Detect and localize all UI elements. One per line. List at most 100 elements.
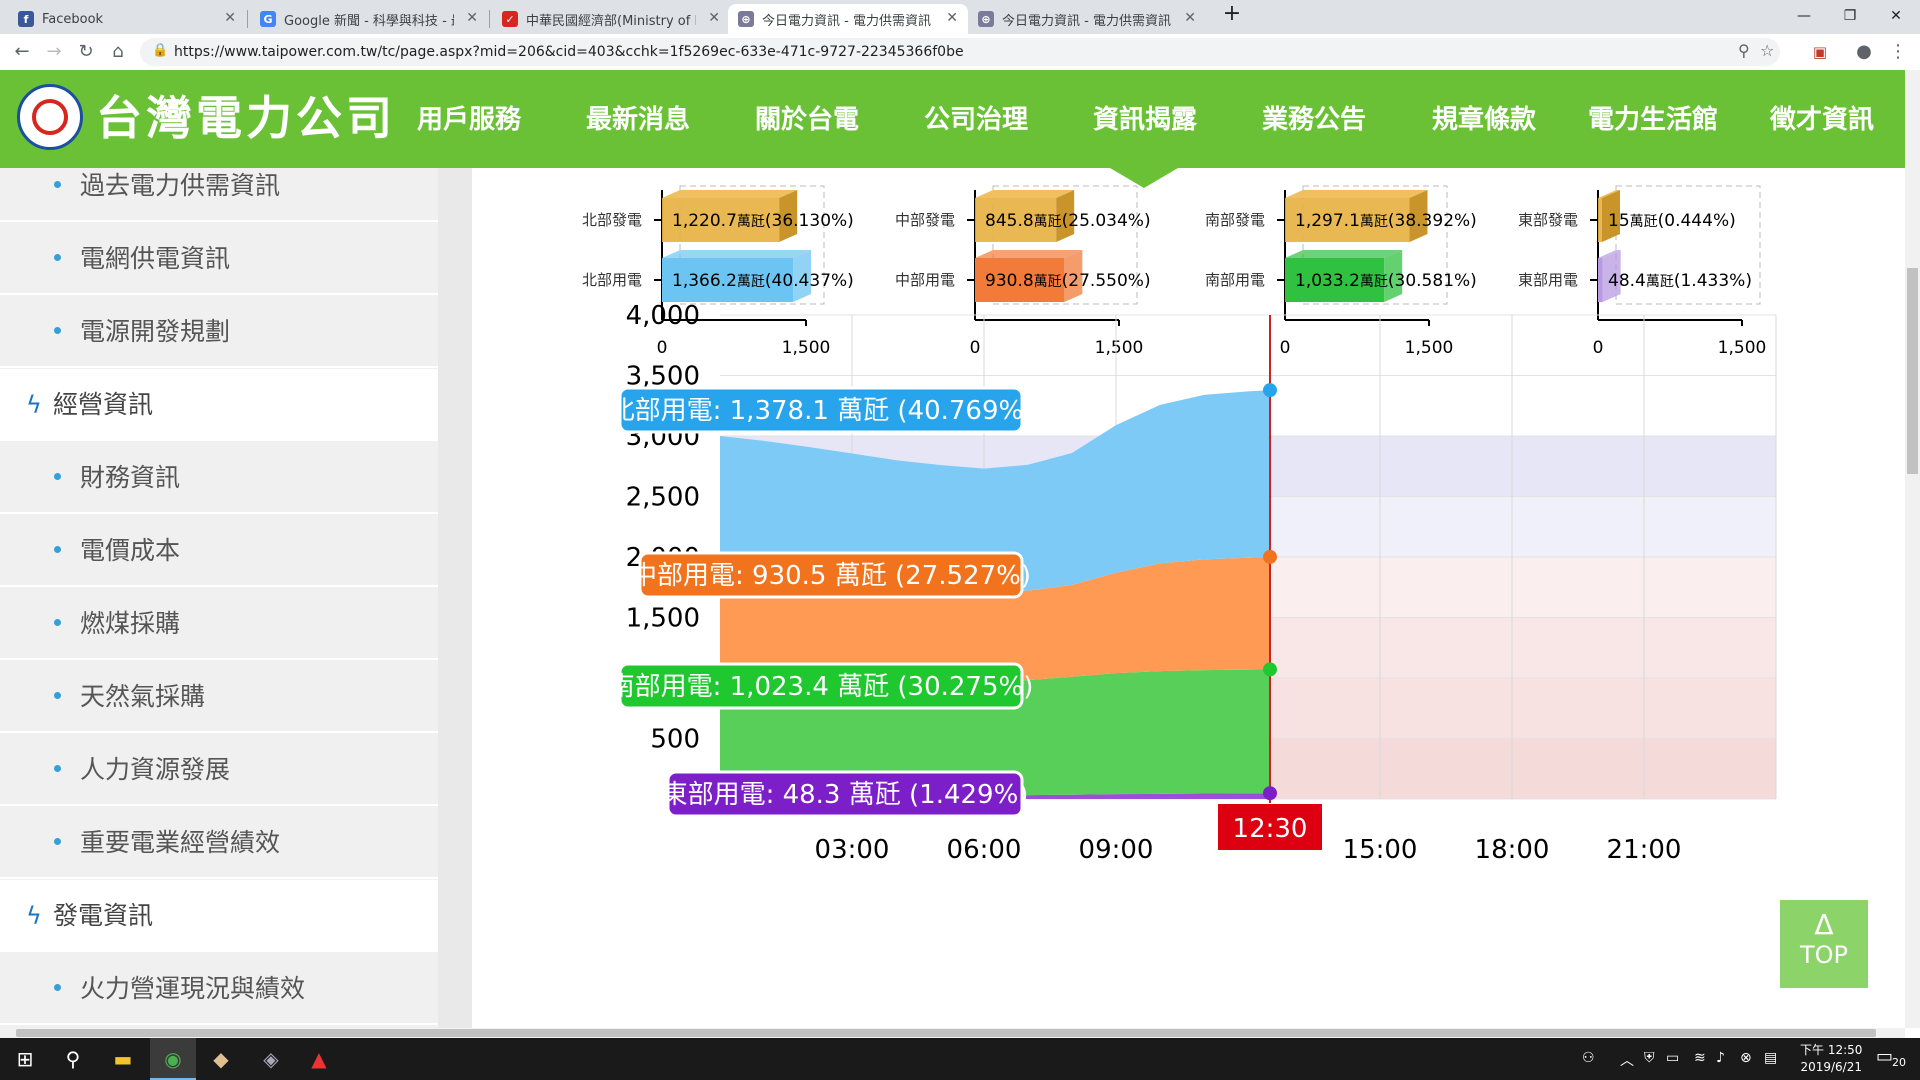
bar-row-label: 中部發電	[895, 211, 955, 229]
page-vertical-scrollbar[interactable]	[1905, 70, 1920, 1028]
sidebar-item[interactable]: 電網供電資訊	[0, 223, 438, 295]
app-icon[interactable]: ◈	[256, 1044, 286, 1074]
tab-title: 今日電力資訊 - 電力供需資訊 - 3	[1002, 13, 1172, 29]
show-hidden-icons-icon[interactable]: ︿	[1620, 1050, 1634, 1070]
scrollbar-thumb[interactable]	[16, 1029, 1876, 1037]
y-tick-label: 500	[650, 725, 700, 755]
clock-date: 2019/6/21	[1800, 1060, 1862, 1074]
nav-menu-item[interactable]: 規章條款	[1432, 100, 1536, 140]
input-method-icon[interactable]: ▤	[1764, 1050, 1777, 1066]
sidebar-item[interactable]: 電價成本	[0, 515, 438, 587]
browser-menu-icon[interactable]: ⋮	[1886, 40, 1910, 64]
bar-value-number: 1,033.2	[1295, 271, 1360, 291]
tooltip-text: 南部用電: 1,023.4 萬瓩 (30.275%)	[609, 672, 1034, 702]
sidebar-item[interactable]: 天然氣採購	[0, 661, 438, 733]
sidebar-item[interactable]: 電源開發規劃	[0, 296, 438, 368]
wifi-icon[interactable]: ≋	[1694, 1050, 1706, 1066]
sidebar-item[interactable]: 人力資源發展	[0, 734, 438, 806]
close-tab-icon[interactable]: ✕	[708, 10, 720, 26]
back-arrow-icon[interactable]: ←	[10, 40, 34, 64]
app-icon[interactable]: ◆	[206, 1044, 236, 1074]
nav-menu-item[interactable]: 電力生活館	[1588, 100, 1718, 140]
bar-row-label: 北部發電	[582, 211, 642, 229]
bar-value-unit: 萬瓩	[1034, 214, 1062, 230]
zoom-icon[interactable]: ⚲	[1738, 41, 1750, 60]
bar-value-label: 48.4萬瓩(1.433%)	[1608, 271, 1752, 291]
people-icon[interactable]: ⚇	[1582, 1050, 1595, 1066]
nav-menu-item[interactable]: 業務公告	[1262, 100, 1366, 140]
sidebar-category[interactable]: ϟ 經營資訊	[0, 369, 438, 441]
forecast-band	[1270, 617, 1776, 678]
nav-menu-item[interactable]: 最新消息	[586, 100, 690, 140]
taipower-favicon-icon: ⊕	[738, 11, 754, 27]
bar-value-pct: (25.034%)	[1062, 211, 1151, 231]
x-tick-label: 18:00	[1475, 835, 1550, 865]
extension-icon[interactable]: ▣	[1808, 40, 1832, 64]
bar-value-unit: 萬瓩	[737, 214, 765, 230]
scrollbar-thumb[interactable]	[1907, 268, 1918, 474]
back-to-top-button[interactable]: Δ TOP	[1780, 900, 1868, 988]
minimize-icon[interactable]: —	[1784, 4, 1824, 28]
bar-row-label: 北部用電	[582, 271, 642, 289]
close-tab-icon[interactable]: ✕	[1184, 10, 1196, 26]
browser-tab[interactable]: f Facebook ✕	[8, 4, 246, 34]
bullet-icon	[54, 546, 61, 553]
taipower-logo-icon[interactable]	[17, 84, 83, 150]
profile-avatar-icon[interactable]: ●	[1852, 40, 1876, 64]
browser-tab[interactable]: ✓ 中華民國經濟部(Ministry of Econ ✕	[492, 4, 730, 34]
windows-start-icon[interactable]: ⊞	[10, 1044, 40, 1074]
nav-menu-item[interactable]: 用戶服務	[417, 100, 521, 140]
chrome-icon[interactable]: ◉	[158, 1044, 188, 1074]
search-icon[interactable]: ⚲	[58, 1044, 88, 1074]
browser-tab[interactable]: ⊕ 今日電力資訊 - 電力供需資訊 - 3 ✕	[968, 4, 1206, 34]
browser-tab[interactable]: G Google 新聞 - 科學與科技 - 最新 ✕	[250, 4, 488, 34]
nav-menu-item[interactable]: 關於台電	[755, 100, 859, 140]
top-button-label: TOP	[1799, 941, 1849, 969]
browser-tab-active[interactable]: ⊕ 今日電力資訊 - 電力供需資訊 - 3 ✕	[728, 4, 968, 34]
bar-value-number: 1,297.1	[1295, 211, 1360, 231]
lightning-icon: ϟ	[26, 391, 42, 419]
forward-arrow-icon[interactable]: →	[42, 40, 66, 64]
reload-icon[interactable]: ↻	[74, 40, 98, 64]
notification-center-icon[interactable]: ▭	[1876, 1046, 1893, 1067]
security-icon[interactable]: ⛨	[1644, 1050, 1655, 1066]
restore-icon[interactable]: ❐	[1830, 4, 1870, 28]
sidebar-item[interactable]: 過去電力供需資訊	[0, 168, 438, 222]
address-bar[interactable]: 🔒 https://www.taipower.com.tw/tc/page.as…	[140, 38, 1780, 66]
browser-toolbar: ← → ↻ ⌂ 🔒 https://www.taipower.com.tw/tc…	[0, 34, 1920, 71]
close-tab-icon[interactable]: ✕	[946, 10, 958, 26]
bar-row-label: 中部用電	[895, 271, 955, 289]
bar-value-pct: (27.550%)	[1062, 271, 1151, 291]
sidebar-item[interactable]: 財務資訊	[0, 442, 438, 514]
nav-menu-item[interactable]: 徵才資訊	[1770, 100, 1874, 140]
sidebar-item[interactable]: 重要電業經營績效	[0, 807, 438, 879]
pdf-reader-icon[interactable]: ▲	[304, 1044, 334, 1074]
battery-icon[interactable]: ▭	[1666, 1050, 1679, 1066]
tab-title: 今日電力資訊 - 電力供需資訊 - 3	[762, 13, 932, 29]
site-header: 台灣電力公司 用戶服務 最新消息 關於台電 公司治理 資訊揭露 業務公告 規章條…	[0, 70, 1905, 188]
bar-value-label: 1,366.2萬瓩(40.437%)	[672, 271, 854, 291]
site-logo-text[interactable]: 台灣電力公司	[96, 88, 396, 148]
close-window-icon[interactable]: ✕	[1876, 4, 1916, 28]
no-network-icon[interactable]: ⊗	[1740, 1050, 1752, 1066]
page-horizontal-scrollbar[interactable]	[0, 1028, 1905, 1038]
file-explorer-icon[interactable]: ▬	[108, 1044, 138, 1074]
sidebar-item-label: 人力資源發展	[80, 755, 231, 784]
new-tab-button[interactable]: +	[1212, 2, 1252, 26]
current-value-dot	[1263, 549, 1277, 564]
sidebar-item[interactable]: 火力營運現況與績效	[0, 953, 438, 1025]
sidebar-category[interactable]: ϟ 發電資訊	[0, 880, 438, 952]
nav-menu-item[interactable]: 公司治理	[924, 100, 1028, 140]
bar-x-tick-label: 1,500	[1718, 338, 1767, 358]
url-text[interactable]: https://www.taipower.com.tw/tc/page.aspx…	[174, 38, 964, 66]
close-tab-icon[interactable]: ✕	[224, 10, 236, 26]
bar-x-tick-label: 1,500	[782, 338, 831, 358]
bar-row-label: 南部發電	[1205, 211, 1265, 229]
close-tab-icon[interactable]: ✕	[466, 10, 478, 26]
bookmark-star-icon[interactable]: ☆	[1760, 41, 1774, 60]
nav-menu-item-active[interactable]: 資訊揭露	[1093, 100, 1197, 140]
sidebar-item[interactable]: 燃煤採購	[0, 588, 438, 660]
system-clock[interactable]: 下午 12:50 2019/6/21	[1800, 1042, 1862, 1076]
volume-icon[interactable]: ♪	[1716, 1050, 1725, 1066]
home-icon[interactable]: ⌂	[106, 40, 130, 64]
